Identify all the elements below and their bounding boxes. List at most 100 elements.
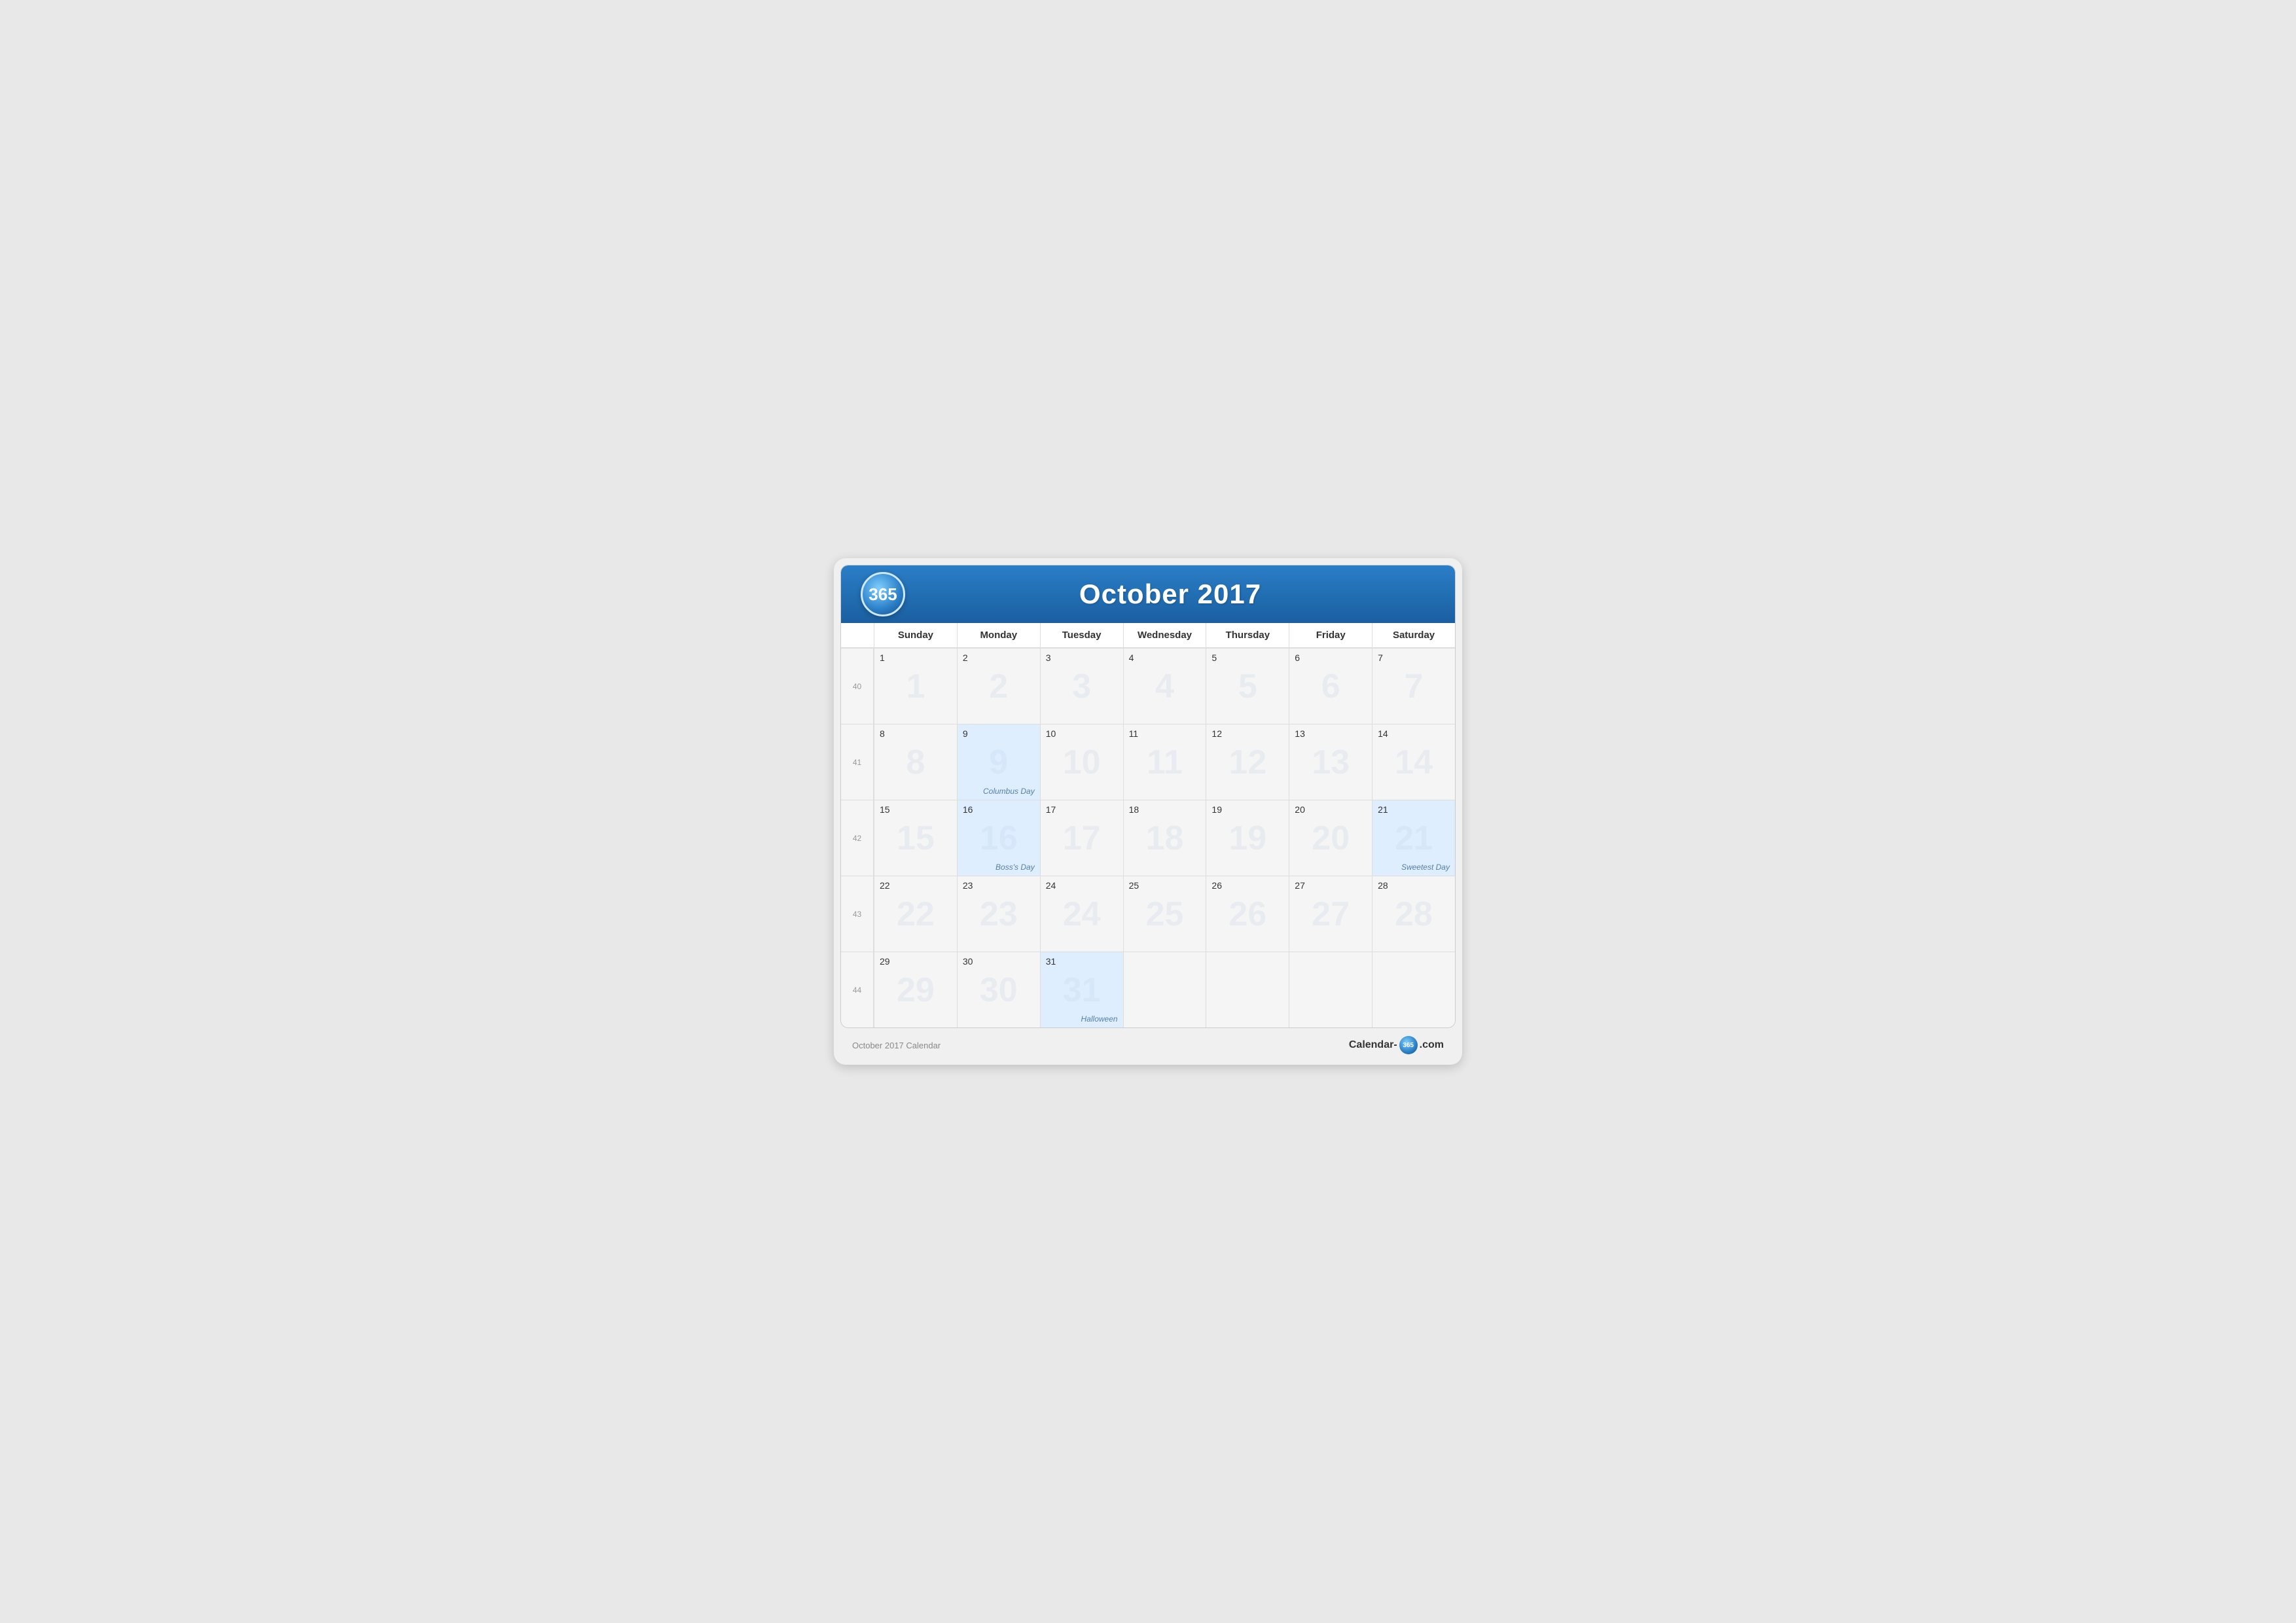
day-number: 7 xyxy=(1378,652,1383,663)
week-number: 40 xyxy=(841,649,874,724)
day-watermark: 20 xyxy=(1312,819,1350,858)
day-cell: 27 27 xyxy=(1289,876,1372,952)
day-cell: 44 xyxy=(1123,649,1206,724)
calendar-footer: October 2017 Calendar Calendar- 365 .com xyxy=(840,1028,1456,1058)
day-number: 21 xyxy=(1378,804,1388,815)
day-cell: 66 xyxy=(1289,649,1372,724)
day-number: 12 xyxy=(1211,728,1222,739)
day-watermark: 11 xyxy=(1147,743,1183,782)
day-number: 18 xyxy=(1129,804,1139,815)
day-watermark: 6 xyxy=(1321,667,1340,706)
day-watermark: 10 xyxy=(1063,743,1101,782)
day-watermark: 23 xyxy=(980,895,1018,934)
holiday-label: Sweetest Day xyxy=(1401,863,1450,872)
day-number: 24 xyxy=(1046,880,1056,891)
day-watermark: 28 xyxy=(1395,895,1433,934)
day-number: 10 xyxy=(1046,728,1056,739)
page-wrapper: 365 October 2017 SundayMondayTuesdayWedn… xyxy=(834,558,1462,1065)
day-number: 11 xyxy=(1129,728,1139,739)
day-cell: 11 11 xyxy=(1123,724,1206,800)
day-watermark: 15 xyxy=(897,819,935,858)
calendar-row: 4011223344556677 xyxy=(841,648,1455,724)
day-watermark: 3 xyxy=(1072,667,1091,706)
day-cell: 1616Boss's Day xyxy=(957,800,1040,876)
day-number: 19 xyxy=(1211,804,1222,815)
footer-calendar-text: Calendar- xyxy=(1349,1039,1397,1051)
footer-dot-com: .com xyxy=(1420,1039,1444,1051)
day-cell: 26 26 xyxy=(1206,876,1289,952)
day-cell: 1818 xyxy=(1123,800,1206,876)
days-of-week-header: SundayMondayTuesdayWednesdayThursdayFrid… xyxy=(841,623,1455,648)
holiday-label: Columbus Day xyxy=(983,787,1035,796)
day-watermark: 26 xyxy=(1229,895,1266,934)
day-watermark: 7 xyxy=(1405,667,1424,706)
day-cell: 55 xyxy=(1206,649,1289,724)
calendar-row: 432222232324242525262627272828 xyxy=(841,876,1455,952)
day-number: 27 xyxy=(1295,880,1305,891)
day-cell: 2222 xyxy=(874,876,957,952)
logo-circle: 365 xyxy=(861,572,905,616)
day-number: 22 xyxy=(880,880,890,891)
day-watermark: 18 xyxy=(1146,819,1184,858)
day-number: 14 xyxy=(1378,728,1388,739)
week-number: 42 xyxy=(841,800,874,876)
day-number: 4 xyxy=(1129,652,1134,663)
day-number: 28 xyxy=(1378,880,1388,891)
day-number: 8 xyxy=(880,728,885,739)
day-watermark: 24 xyxy=(1063,895,1101,934)
day-number: 30 xyxy=(963,956,973,967)
day-cell: 1414 xyxy=(1372,724,1455,800)
day-number: 23 xyxy=(963,880,973,891)
day-cell: 10 10 xyxy=(1040,724,1123,800)
day-cell xyxy=(1123,952,1206,1027)
day-watermark: 29 xyxy=(897,971,935,1010)
day-number: 31 xyxy=(1046,956,1056,967)
footer-right-branding: Calendar- 365 .com xyxy=(1349,1036,1444,1054)
day-number: 13 xyxy=(1295,728,1305,739)
day-watermark: 9 xyxy=(989,743,1008,782)
day-of-week-label: Friday xyxy=(1289,623,1372,647)
calendar-row: 44 29 29 30 30 31 31 Halloween xyxy=(841,952,1455,1027)
day-watermark: 25 xyxy=(1146,895,1184,934)
day-cell: 23 23 xyxy=(957,876,1040,952)
day-number: 3 xyxy=(1046,652,1051,663)
day-of-week-label: Monday xyxy=(957,623,1040,647)
day-watermark: 2 xyxy=(989,667,1008,706)
day-watermark: 27 xyxy=(1312,895,1350,934)
day-watermark: 31 xyxy=(1063,971,1101,1010)
footer-left-text: October 2017 Calendar xyxy=(852,1041,941,1050)
week-number: 44 xyxy=(841,952,874,1027)
day-watermark: 13 xyxy=(1312,743,1350,782)
day-number: 1 xyxy=(880,652,885,663)
footer-logo-circle: 365 xyxy=(1399,1036,1418,1054)
day-cell: 33 xyxy=(1040,649,1123,724)
day-cell: 9 9 Columbus Day xyxy=(957,724,1040,800)
day-cell: 22 xyxy=(957,649,1040,724)
day-cell: 11 xyxy=(874,649,957,724)
day-watermark: 19 xyxy=(1229,819,1266,858)
day-cell xyxy=(1372,952,1455,1027)
day-cell xyxy=(1289,952,1372,1027)
day-watermark: 17 xyxy=(1063,819,1101,858)
day-cell xyxy=(1206,952,1289,1027)
day-cell: 88 xyxy=(874,724,957,800)
day-cell: 1212 xyxy=(1206,724,1289,800)
week-number: 41 xyxy=(841,724,874,800)
day-watermark: 30 xyxy=(980,971,1018,1010)
day-cell: 28 28 xyxy=(1372,876,1455,952)
day-number: 9 xyxy=(963,728,968,739)
holiday-label: Halloween xyxy=(1081,1014,1118,1024)
day-number: 17 xyxy=(1046,804,1056,815)
day-cell: 77 xyxy=(1372,649,1455,724)
calendar-container: 365 October 2017 SundayMondayTuesdayWedn… xyxy=(840,565,1456,1028)
day-cell: 25 25 xyxy=(1123,876,1206,952)
day-cell: 1717 xyxy=(1040,800,1123,876)
day-number: 29 xyxy=(880,956,890,967)
logo-text: 365 xyxy=(869,584,897,605)
day-number: 25 xyxy=(1129,880,1139,891)
day-cell: 30 30 xyxy=(957,952,1040,1027)
day-number: 5 xyxy=(1211,652,1217,663)
calendar-header: 365 October 2017 xyxy=(841,565,1455,623)
day-watermark: 5 xyxy=(1238,667,1257,706)
day-number: 26 xyxy=(1211,880,1222,891)
